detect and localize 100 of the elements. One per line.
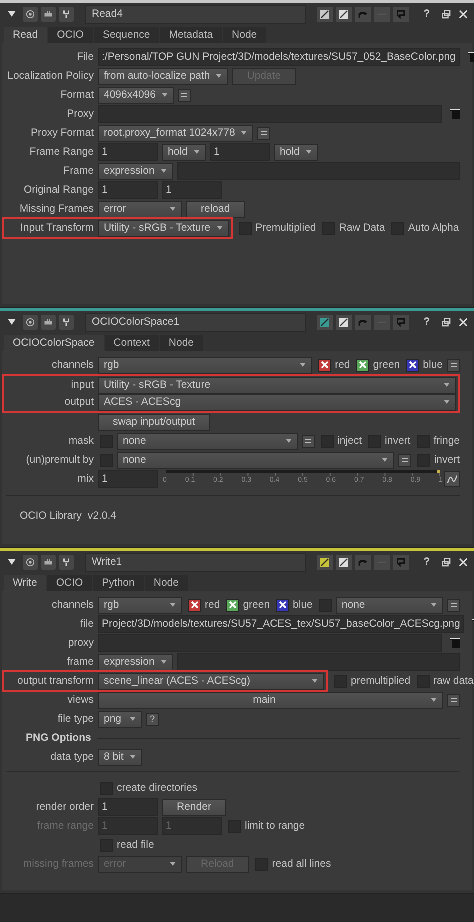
text-field[interactable]: 1 (162, 181, 222, 199)
action-button[interactable]: reload (186, 200, 246, 218)
animation-menu-button[interactable] (398, 454, 412, 466)
dropdown[interactable]: 8 bit (98, 748, 142, 766)
close-icon[interactable] (459, 558, 468, 566)
tab[interactable]: Node (223, 27, 266, 43)
dropdown[interactable]: error (98, 200, 182, 218)
section-title: PNG Options (26, 732, 92, 744)
target-icon[interactable] (26, 318, 35, 326)
text-field[interactable]: 1 (98, 798, 158, 816)
swatch-icon[interactable] (339, 318, 349, 326)
text-field[interactable] (176, 653, 460, 671)
dropdown[interactable]: scene_linear (ACES - ACEScg) (98, 672, 324, 690)
dropdown[interactable]: none (117, 432, 298, 450)
node-color-icon[interactable] (320, 10, 330, 18)
slider-track[interactable] (166, 470, 440, 476)
checkbox[interactable] (188, 598, 201, 612)
tab[interactable]: Metadata (160, 27, 222, 43)
dropdown[interactable]: rgb (98, 356, 312, 374)
animation-menu-button[interactable] (447, 694, 460, 706)
dropdown[interactable]: expression (98, 162, 173, 180)
dropdown[interactable]: main (98, 692, 443, 708)
wrench-icon[interactable] (62, 318, 71, 326)
text-field[interactable]: Project/3D/models/textures/SU57_ACES_tex/SU57_baseColor_ACEScg.png (98, 615, 464, 633)
animation-menu-button[interactable] (257, 126, 270, 140)
dropdown[interactable]: Utility - sRGB - Texture (98, 220, 229, 236)
tab[interactable]: Write (4, 575, 46, 591)
tab[interactable]: Node (144, 575, 188, 591)
swatch-icon[interactable] (339, 10, 349, 18)
target-icon[interactable] (26, 558, 35, 566)
text-field[interactable]: 1 (98, 470, 158, 488)
float-icon[interactable] (442, 558, 451, 566)
float-icon[interactable] (442, 10, 451, 18)
dropdown[interactable]: ACES - ACEScg (98, 394, 456, 410)
float-icon[interactable] (442, 318, 451, 326)
help-button[interactable]: ? (420, 556, 434, 568)
dropdown[interactable]: root.proxy_format 1024x778 (98, 124, 254, 142)
field-label: channels (52, 599, 94, 611)
equals-icon (450, 362, 458, 368)
dropdown[interactable]: png (98, 710, 142, 728)
dropdown[interactable]: from auto-localize path (98, 68, 228, 84)
checkbox[interactable] (406, 358, 420, 372)
caret-icon (216, 74, 222, 78)
viewer-icon[interactable] (44, 10, 53, 18)
animation-menu-button[interactable] (178, 88, 191, 102)
checkbox[interactable] (276, 598, 290, 612)
help-button[interactable]: ? (420, 8, 434, 20)
dropdown[interactable]: none (117, 452, 394, 468)
collapse-icon[interactable] (8, 11, 16, 17)
animation-menu-button[interactable] (302, 434, 315, 448)
swatch-icon[interactable] (339, 558, 349, 566)
checkbox[interactable] (318, 358, 332, 372)
help-button[interactable]: ? (146, 712, 159, 726)
caret-icon (170, 207, 176, 211)
dropdown[interactable]: rgb (98, 596, 182, 614)
text-field[interactable]: 1 (98, 181, 158, 199)
dropdown[interactable]: hold (274, 144, 318, 160)
collapse-icon[interactable] (8, 319, 16, 325)
caret-icon (160, 660, 167, 664)
wrench-icon[interactable] (62, 558, 71, 566)
tab[interactable]: Sequence (94, 27, 160, 43)
node-name-field[interactable]: Read4 (85, 4, 306, 24)
target-icon[interactable] (26, 10, 35, 18)
close-icon[interactable] (459, 318, 468, 326)
checkbox[interactable] (226, 598, 240, 612)
curve-button[interactable] (444, 471, 460, 487)
node-color-icon[interactable] (320, 318, 330, 326)
tab[interactable]: Context (104, 335, 159, 351)
tab[interactable]: OCIO (47, 575, 92, 591)
collapse-icon[interactable] (8, 559, 16, 565)
tab[interactable]: Read (4, 27, 48, 43)
wrench-icon[interactable] (62, 10, 71, 18)
text-field[interactable]: :/Personal/TOP GUN Project/3D/models/textures/SU57_052_BaseColor.png (98, 48, 460, 66)
tab[interactable]: Python (93, 575, 144, 591)
action-button[interactable]: Render (162, 798, 226, 816)
dropdown[interactable]: Utility - sRGB - Texture (98, 376, 456, 394)
file-browser-icon[interactable] (450, 638, 460, 648)
dropdown[interactable]: hold (162, 144, 206, 160)
viewer-icon[interactable] (44, 558, 53, 566)
node-name-field[interactable]: OCIOColorSpace1 (85, 312, 306, 332)
caret-icon (382, 458, 388, 462)
dropdown[interactable]: expression (98, 654, 173, 670)
file-browser-icon[interactable] (450, 109, 460, 119)
node-name-field[interactable]: Write1 (85, 552, 306, 572)
text-field[interactable]: 1 (98, 143, 158, 161)
dropdown[interactable]: none (336, 596, 443, 614)
viewer-icon[interactable] (44, 318, 53, 326)
node-color-icon[interactable] (320, 558, 330, 566)
help-button[interactable]: ? (420, 316, 434, 328)
animation-menu-button[interactable] (447, 358, 460, 372)
animation-menu-button[interactable] (447, 598, 460, 612)
dropdown[interactable]: 4096x4096 (98, 86, 174, 104)
tab[interactable]: OCIO (48, 27, 93, 43)
checkbox[interactable] (356, 358, 370, 372)
text-field[interactable]: 1 (210, 143, 270, 161)
action-button[interactable]: swap input/output (98, 414, 210, 430)
caret-icon (241, 131, 248, 135)
tab[interactable]: OCIOColorSpace (4, 335, 104, 351)
close-icon[interactable] (459, 10, 468, 18)
tab[interactable]: Node (160, 335, 203, 351)
